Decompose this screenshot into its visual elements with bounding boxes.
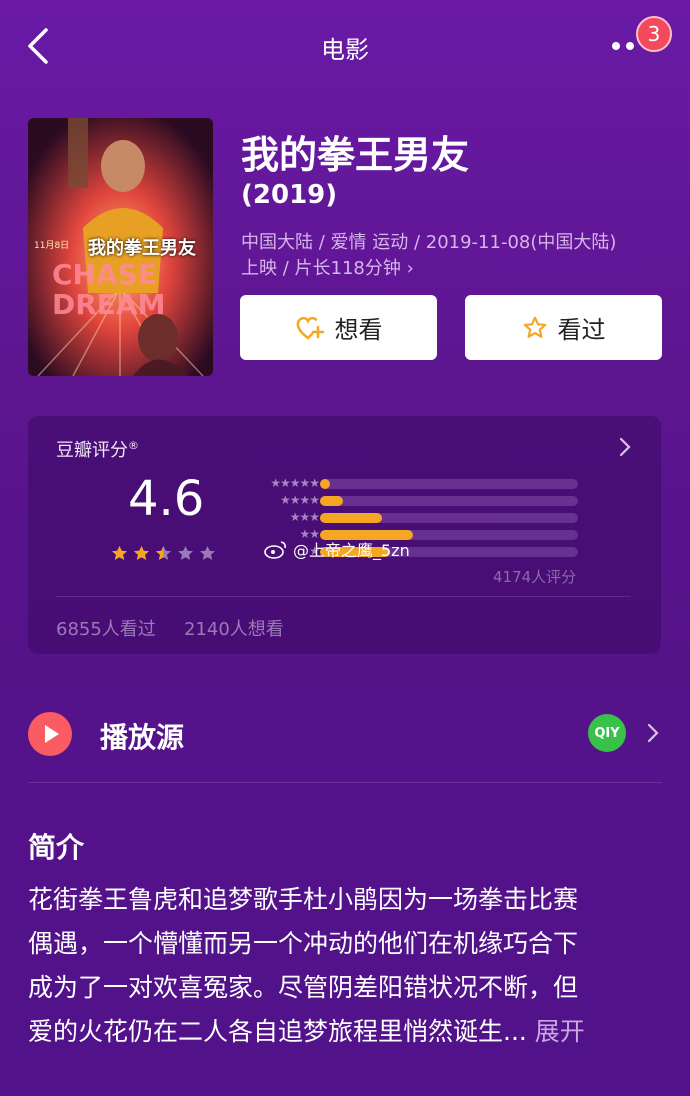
star-outline-icon xyxy=(523,316,546,338)
chevron-right-icon[interactable] xyxy=(618,436,632,458)
watermark-text: @上帝之鹰_5zn xyxy=(293,541,410,560)
distribution-bar xyxy=(320,479,331,489)
rating-stars xyxy=(110,544,217,563)
distribution-track xyxy=(320,496,578,506)
douban-rating-card[interactable]: 豆瓣评分® 4.6 ★★★★★ ★★★★ ★★★ ★★ ★ 4174人评分 6855人看… xyxy=(28,416,661,654)
distribution-row: ★★★★★ xyxy=(245,476,585,493)
star-half-icon xyxy=(156,545,171,560)
poster-chinese-title: 我的拳王男友 xyxy=(88,238,196,259)
movie-meta-info[interactable]: 中国大陆 / 爱情 运动 / 2019-11-08(中国大陆) 上映 / 片长1… xyxy=(241,230,661,282)
intro-text: 花街拳王鲁虎和追梦歌手杜小鹃因为一场拳击比赛 偶遇，一个懵懂而另一个冲动的他们在… xyxy=(28,878,668,1054)
intro-line: 爱的火花仍在二人各自追梦旅程里悄然诞生... 展开 xyxy=(28,1010,668,1054)
distribution-stars: ★★★★★ xyxy=(270,476,320,490)
star-filled-icon xyxy=(112,545,127,560)
star-empty-icon xyxy=(178,545,193,560)
intro-line: 偶遇，一个懵懂而另一个冲动的他们在机缘巧合下 xyxy=(28,929,579,958)
distribution-row: ★★★★ xyxy=(245,493,585,510)
want-to-watch-button[interactable]: 想看 xyxy=(240,295,437,360)
poster-english-line: DREAM xyxy=(52,288,166,321)
rating-total-count: 4174人评分 xyxy=(493,568,577,586)
intro-line: 成为了一对欢喜冤家。尽管阴差阳错状况不断，但 xyxy=(28,973,579,1002)
distribution-bar xyxy=(320,513,382,523)
page-title: 电影 xyxy=(321,36,369,64)
watermark: @上帝之鹰_5zn xyxy=(263,537,410,561)
heart-plus-icon xyxy=(296,316,324,339)
rating-label-text: 豆瓣评分 xyxy=(56,440,128,461)
seen-button[interactable]: 看过 xyxy=(465,295,662,360)
want-count: 2140人想看 xyxy=(184,619,284,640)
notification-badge[interactable]: 3 xyxy=(636,16,672,52)
distribution-row: ★★★ xyxy=(245,510,585,527)
registered-mark: ® xyxy=(128,439,139,452)
iqiyi-icon[interactable]: QIY xyxy=(588,714,626,752)
distribution-stars: ★★★ xyxy=(289,510,320,524)
movie-title: 我的拳王男友 xyxy=(241,133,470,177)
play-source-label: 播放源 xyxy=(100,721,185,754)
star-filled-icon xyxy=(134,545,149,560)
meta-line: 中国大陆 / 爱情 运动 / 2019-11-08(中国大陆) xyxy=(241,232,617,253)
play-source-row[interactable]: 播放源 QIY xyxy=(0,700,690,770)
intro-heading: 简介 xyxy=(28,831,85,864)
divider xyxy=(56,596,631,597)
distribution-bar xyxy=(320,496,344,506)
more-options-button[interactable] xyxy=(610,36,640,56)
meta-line: 上映 / 片长118分钟 › xyxy=(241,258,414,279)
seen-count: 6855人看过 xyxy=(56,619,156,640)
more-dots-icon xyxy=(612,42,634,50)
poster-english-title: CHASE DREAM xyxy=(52,260,165,320)
intro-line: 花街拳王鲁虎和追梦歌手杜小鹃因为一场拳击比赛 xyxy=(28,885,579,914)
divider xyxy=(28,782,662,783)
poster-release-date: 11月8日 xyxy=(34,241,70,251)
movie-year: (2019) xyxy=(241,180,338,210)
rating-score: 4.6 xyxy=(128,471,205,527)
star-empty-icon xyxy=(200,545,215,560)
chevron-right-icon[interactable] xyxy=(646,722,660,744)
distribution-track xyxy=(320,479,578,489)
play-icon xyxy=(28,712,72,756)
distribution-stars: ★★★★ xyxy=(279,493,320,507)
weibo-icon xyxy=(264,541,286,559)
top-navigation-bar: 电影 3 xyxy=(0,0,690,92)
want-label: 想看 xyxy=(334,316,383,344)
movie-poster[interactable]: 11月8日 我的拳王男友 CHASE DREAM xyxy=(28,118,213,376)
poster-english-line: CHASE xyxy=(52,258,157,291)
intro-line-text: 爱的火花仍在二人各自追梦旅程里悄然诞生... xyxy=(28,1017,527,1046)
rating-source-label: 豆瓣评分® xyxy=(56,436,139,462)
seen-label: 看过 xyxy=(557,316,606,344)
distribution-track xyxy=(320,513,578,523)
expand-link[interactable]: 展开 xyxy=(535,1017,585,1046)
